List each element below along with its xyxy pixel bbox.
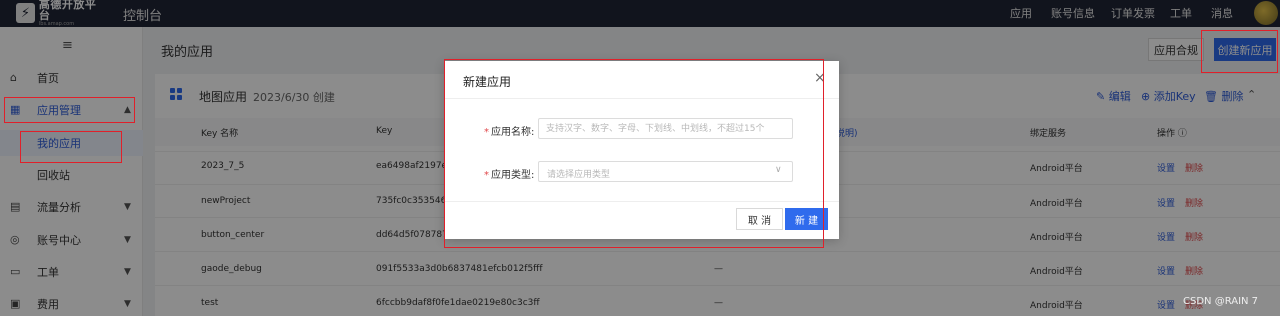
- annotation-box-app-manage: [4, 97, 135, 123]
- annotation-box-modal: [444, 59, 824, 248]
- annotation-box-my-apps: [20, 131, 122, 163]
- watermark: CSDN @RAIN 7: [1183, 296, 1259, 307]
- annotation-box-create-app: [1201, 30, 1278, 73]
